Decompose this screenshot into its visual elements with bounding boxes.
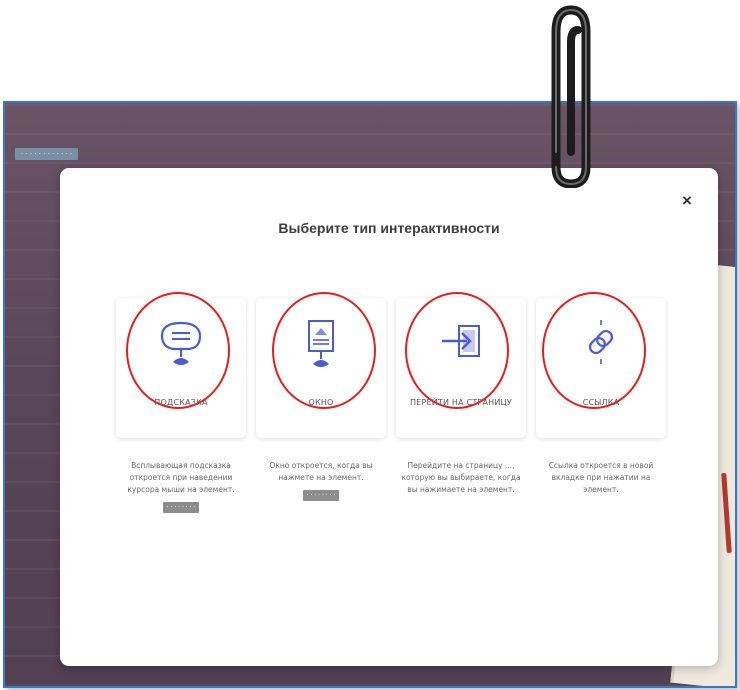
option-description-goto-page: Перейдите на страницу ..., которую вы вы… (396, 460, 526, 496)
tooltip-icon (160, 321, 202, 365)
option-description-tooltip: Всплывающая подсказка откроется при наве… (116, 460, 246, 513)
option-card-goto-page[interactable]: ПЕРЕЙТИ НА СТРАНИЦУ (396, 298, 526, 438)
option-description-text: Перейдите на страницу ..., которую вы вы… (401, 461, 521, 494)
option-description-text: Всплывающая подсказка откроется при наве… (127, 461, 235, 494)
option-description-text: Окно откроется, когда вы нажмете на элем… (269, 461, 373, 482)
modal-title: Выберите тип интерактивности (278, 220, 500, 236)
option-description-window: Окно откроется, когда вы нажмете на элем… (256, 460, 386, 501)
goto-page-icon (442, 325, 480, 357)
link-icon (588, 320, 614, 364)
tooltip-preview-button[interactable]: · · · · · · · · (162, 502, 200, 513)
option-card-tooltip[interactable]: ПОДСКАЗКА (116, 298, 246, 438)
background-tag: · · · · · · · · · · · · (15, 148, 79, 160)
paperclip-icon (551, 5, 591, 188)
close-button[interactable]: × (679, 192, 695, 209)
interactivity-type-modal: × Выберите тип интерактивности ПОДСКАЗКА (60, 168, 718, 666)
window-preview-button[interactable]: · · · · · · · · (302, 490, 340, 501)
option-description-text: Ссылка откроется в новой вкладке при наж… (548, 461, 654, 494)
option-cards: ПОДСКАЗКА ОКНО ПЕРЕЙТИ НА СТРАНИЦУ ССЫЛК… (116, 298, 666, 438)
option-card-link[interactable]: ССЫЛКА (536, 298, 666, 438)
window-icon (308, 320, 334, 367)
option-description-link: Ссылка откроется в новой вкладке при наж… (536, 460, 666, 496)
option-label-goto-page: ПЕРЕЙТИ НА СТРАНИЦУ (409, 398, 513, 407)
option-label-window: ОКНО (308, 398, 334, 407)
option-card-window[interactable]: ОКНО (256, 298, 386, 438)
option-label-tooltip: ПОДСКАЗКА (154, 398, 208, 407)
option-label-link: ССЫЛКА (582, 398, 620, 407)
